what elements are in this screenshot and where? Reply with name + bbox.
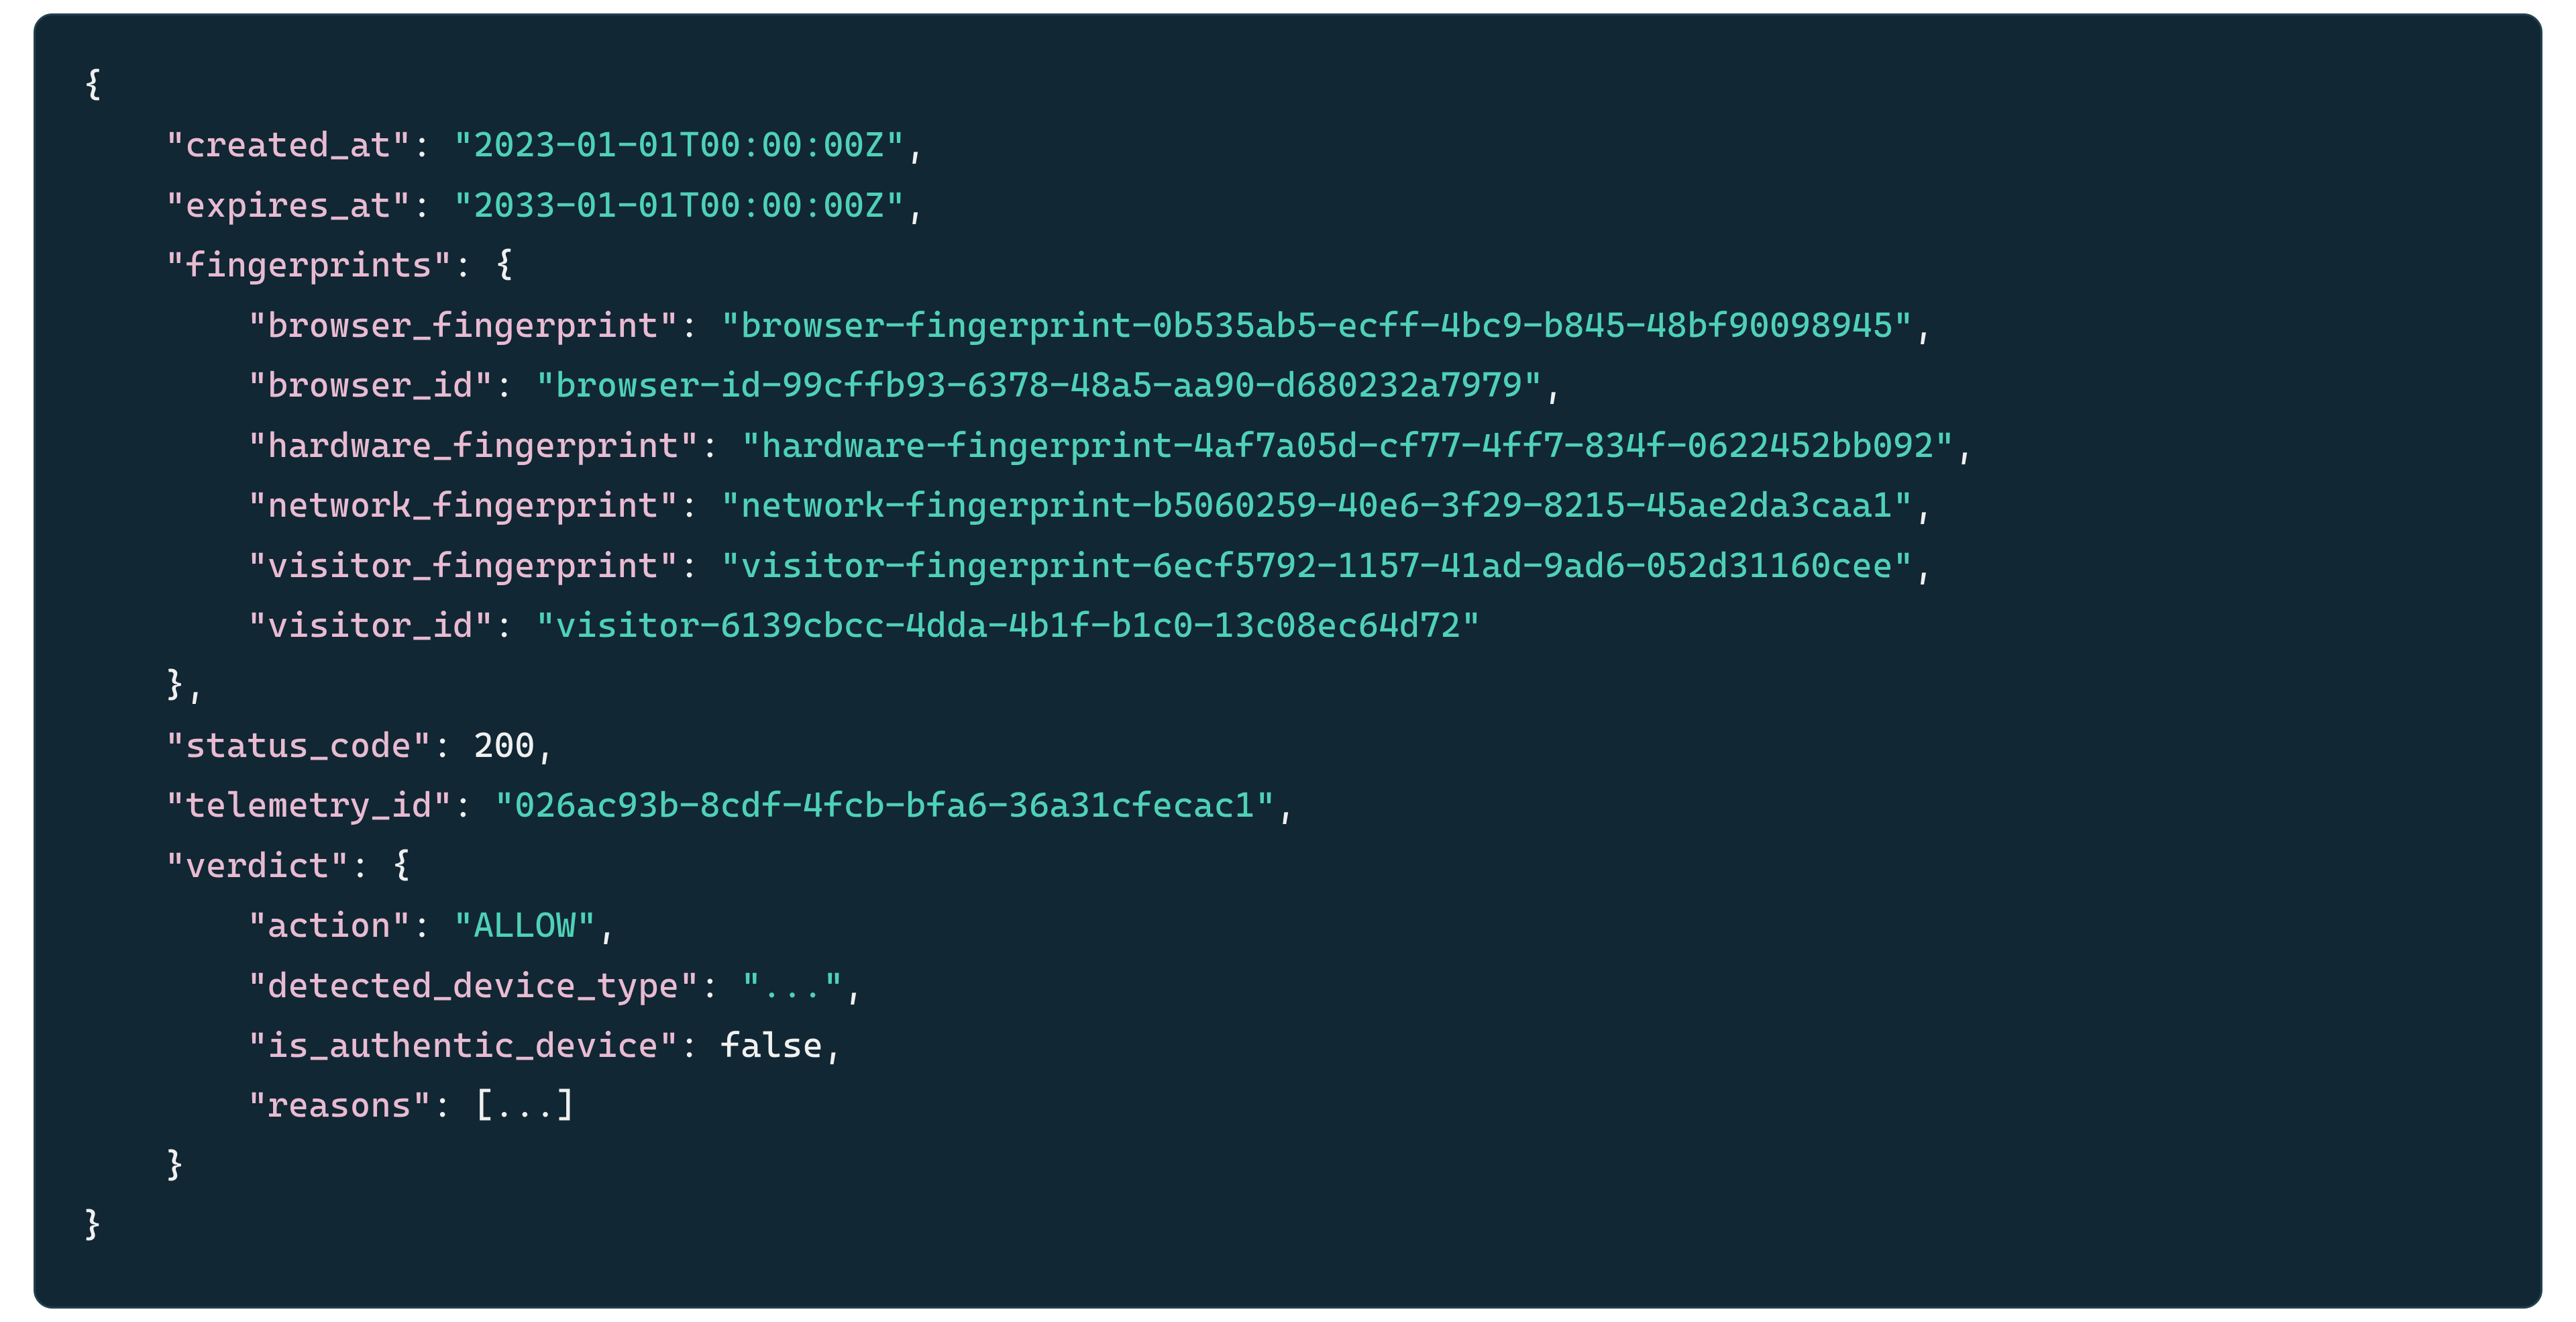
json-code: { "created_at": "2023-01-01T00:00:00Z", … [83, 56, 2493, 1256]
json-code-block: { "created_at": "2023-01-01T00:00:00Z", … [34, 13, 2542, 1309]
